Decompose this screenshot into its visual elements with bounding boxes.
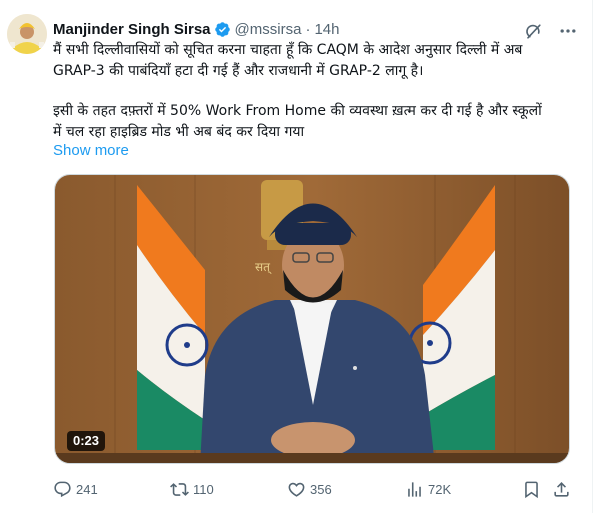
more-options-icon[interactable] bbox=[556, 20, 580, 42]
bookmark-button[interactable] bbox=[522, 478, 541, 500]
reply-count: 241 bbox=[76, 481, 98, 497]
tweet-timestamp[interactable]: 14h bbox=[314, 21, 339, 38]
views-icon bbox=[408, 481, 421, 497]
tweet-text: मैं सभी दिल्लीवासियों को सूचित करना चाहत… bbox=[53, 40, 575, 143]
like-icon bbox=[288, 482, 305, 497]
svg-text:सत्: सत् bbox=[255, 260, 272, 275]
grok-icon[interactable] bbox=[522, 20, 544, 42]
reply-button[interactable]: 241 bbox=[53, 478, 98, 500]
show-more-link[interactable]: Show more bbox=[53, 142, 129, 159]
timeline-border bbox=[592, 0, 593, 513]
tweet-header: Manjinder Singh Sirsa @mssirsa · 14h bbox=[53, 18, 339, 40]
bookmark-icon bbox=[525, 481, 538, 498]
retweet-button[interactable]: 110 bbox=[170, 478, 214, 500]
tweet-text-line: GRAP-3 की पाबंदियाँ हटा दी गई हैं और राज… bbox=[53, 63, 424, 79]
views-count: 72K bbox=[428, 481, 452, 497]
views-button[interactable]: 72K bbox=[405, 478, 451, 500]
tweet-actions: 241 110 356 72K bbox=[0, 478, 595, 500]
reply-icon bbox=[54, 481, 71, 497]
verified-badge-icon[interactable] bbox=[214, 21, 231, 38]
retweet-icon bbox=[170, 482, 189, 496]
retweet-count: 110 bbox=[193, 481, 214, 497]
avatar[interactable] bbox=[7, 14, 47, 54]
like-button[interactable]: 356 bbox=[287, 478, 332, 500]
tweet-text-line: में चल रहा हाइब्रिड मोड भी अब बंद कर दिय… bbox=[53, 124, 305, 140]
like-count: 356 bbox=[310, 481, 332, 497]
tweet-text-line: इसी के तहत दफ़्तरों में 50% Work From Ho… bbox=[53, 103, 542, 119]
share-icon bbox=[554, 481, 569, 497]
author-handle[interactable]: @mssirsa bbox=[235, 21, 302, 38]
share-button[interactable] bbox=[552, 478, 571, 500]
video-duration: 0:23 bbox=[67, 431, 106, 451]
tweet-text-line: मैं सभी दिल्लीवासियों को सूचित करना चाहत… bbox=[53, 42, 523, 58]
author-name[interactable]: Manjinder Singh Sirsa bbox=[53, 21, 211, 38]
video-thumbnail: सत् bbox=[55, 175, 569, 463]
video-player[interactable]: सत् 0:23 bbox=[54, 174, 570, 464]
separator-dot: · bbox=[305, 20, 311, 38]
avatar-image bbox=[7, 14, 47, 54]
